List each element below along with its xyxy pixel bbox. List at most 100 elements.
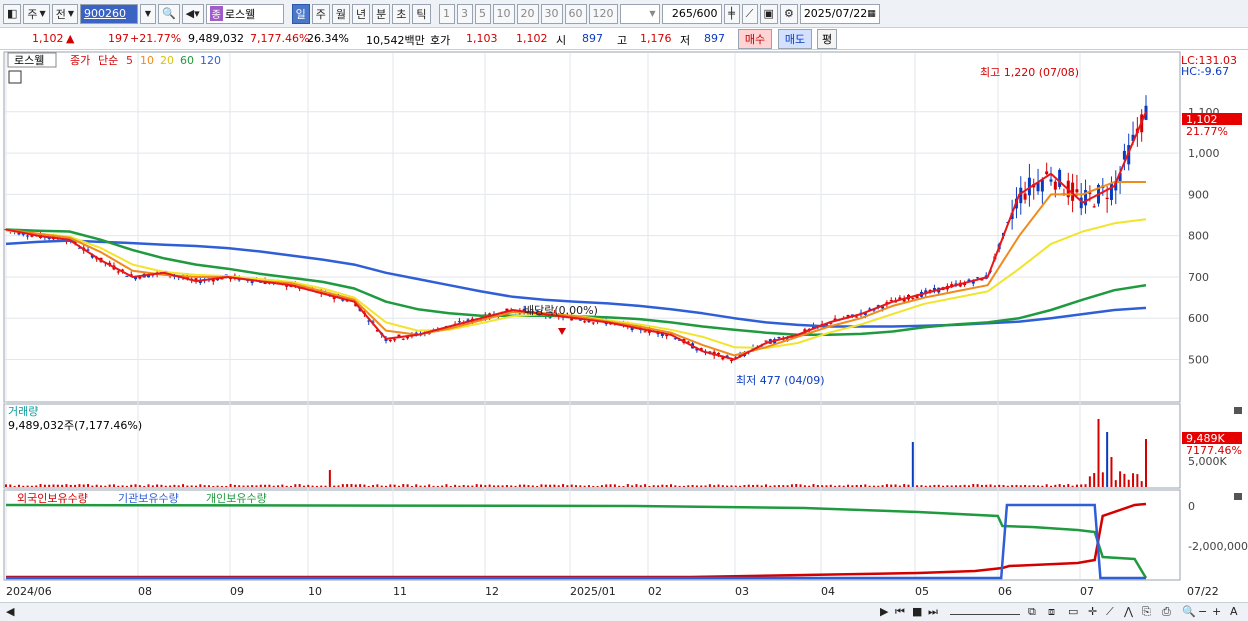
volume-bar — [35, 485, 38, 487]
volume-bar — [268, 484, 271, 487]
candle-body — [388, 339, 392, 342]
up-arrow-icon: ▲ — [66, 32, 75, 45]
candle-body — [1075, 189, 1079, 193]
ma20-label: 20 — [160, 54, 174, 67]
period-week-button[interactable]: 주 — [311, 3, 330, 24]
stock-chart[interactable]: 로스웰 종가 단순 5 10 20 60 120 LC:131.03 HC:-9… — [0, 50, 1248, 602]
volume-bar — [847, 484, 850, 487]
trend-icon[interactable]: ⟋ — [1106, 605, 1114, 619]
candle-type-icon[interactable]: ╪ — [723, 3, 740, 24]
zoom-out-search-icon[interactable]: 🔍 — [1182, 605, 1196, 618]
grid-toggle-icon[interactable] — [8, 70, 22, 84]
volume-bar — [566, 485, 569, 487]
save-icon[interactable]: ▣ — [759, 3, 778, 24]
volume-bar — [492, 485, 495, 487]
search-icon[interactable]: 🔍 — [157, 3, 180, 24]
volume-bar — [497, 485, 500, 487]
interval-3-button[interactable]: 3 — [456, 3, 473, 24]
scroll-left-icon[interactable]: ◀ — [6, 605, 14, 618]
speaker-icon[interactable]: ◀▾ — [181, 3, 204, 24]
stop-icon[interactable]: ■ — [912, 605, 922, 618]
interval-custom-select[interactable]: ▼ — [619, 3, 660, 24]
volume-bar — [1028, 485, 1031, 487]
print-icon[interactable]: ⎙ — [1162, 605, 1171, 619]
volume-bar — [406, 484, 409, 487]
volume-title: 거래량 — [8, 405, 38, 418]
volume-bar — [385, 485, 387, 487]
volume-bar — [834, 485, 837, 487]
volume-bar — [587, 485, 590, 487]
interval-30-button[interactable]: 30 — [540, 3, 563, 24]
avg-button[interactable]: 평 — [817, 29, 837, 49]
volume-bar — [251, 485, 254, 487]
prev-button[interactable]: 전 ▼ — [51, 3, 78, 24]
volume-bar — [432, 485, 435, 487]
interval-20-button[interactable]: 20 — [516, 3, 539, 24]
date-tick-label: 2025/01 — [570, 585, 616, 598]
volume-bar — [920, 485, 923, 487]
volume-bar — [747, 484, 750, 487]
volume-bar — [1019, 485, 1022, 487]
interval-60-button[interactable]: 60 — [564, 3, 587, 24]
stock-code-input[interactable]: 900260 — [79, 3, 138, 24]
volume-bar — [259, 484, 262, 487]
volume-bar — [1093, 473, 1096, 487]
volume-bar — [138, 485, 141, 487]
interval-120-button[interactable]: 120 — [588, 3, 618, 24]
period-minute-button[interactable]: 분 — [372, 3, 391, 24]
date-field[interactable]: 2025/07/22 ▦ — [799, 3, 880, 24]
holdings-panel-close-icon[interactable] — [1234, 493, 1242, 500]
zoom-in-icon[interactable]: + — [1212, 605, 1221, 618]
period-day-button[interactable]: 일 — [291, 3, 310, 24]
volume-tick-5000k: 5,000K — [1188, 455, 1227, 468]
interval-5-button[interactable]: 5 — [474, 3, 491, 24]
volume-bar — [851, 485, 854, 487]
volume-bar — [363, 484, 366, 487]
interval-1-button[interactable]: 1 — [438, 3, 455, 24]
buy-button[interactable]: 매수 — [738, 29, 772, 49]
count-field[interactable]: 265/600 — [661, 3, 722, 24]
copy-icon[interactable]: ⎘ — [1142, 605, 1151, 619]
volume-bar — [596, 485, 599, 487]
period-tick-button[interactable]: 틱 — [412, 3, 431, 24]
chart-scrollbar[interactable]: ◀ ▶ ⏮ ■ ⏭ ⧉ ⧈ ▭ ✛ ⟋ ⋀ ⎘ ⎙ 🔍 − + A — [0, 602, 1248, 621]
candle-body — [116, 271, 120, 273]
font-size-icon[interactable]: A — [1230, 605, 1238, 618]
crosshair-icon[interactable]: ✛ — [1088, 605, 1097, 618]
volume-bar — [82, 484, 85, 487]
window-icon[interactable]: ◧ — [3, 3, 22, 24]
volume-bar — [553, 484, 556, 487]
volume-bar — [121, 485, 124, 487]
candle-body — [1105, 197, 1109, 199]
gear-icon[interactable]: ⚙ — [779, 3, 798, 24]
indiv-holdings-label: 개인보유수량 — [206, 492, 267, 505]
volume-bar — [795, 484, 798, 487]
scroll-right-icon[interactable]: ▶ — [880, 605, 888, 618]
volume-bar — [462, 485, 465, 487]
period-select[interactable]: 주 ▼ — [23, 3, 50, 24]
volume-bar — [536, 485, 539, 487]
code-dropdown-button[interactable]: ▼ — [139, 3, 156, 24]
period-year-button[interactable]: 년 — [352, 3, 371, 24]
period-second-button[interactable]: 초 — [392, 3, 411, 24]
volume-bar — [1006, 485, 1009, 487]
window-icon[interactable]: ▭ — [1068, 605, 1078, 618]
volume-panel-close-icon[interactable] — [1234, 407, 1242, 414]
layout-icon[interactable]: ⧉ — [1028, 605, 1036, 619]
volume-bar — [583, 485, 586, 487]
volume-bar — [195, 485, 197, 487]
zoom-slider[interactable] — [950, 605, 1020, 615]
jump-start-icon[interactable]: ⏮ — [895, 605, 905, 619]
stock-name-field[interactable]: 종 로스웰 — [205, 3, 284, 24]
zoom-out-icon[interactable]: − — [1198, 605, 1207, 618]
volume-bar — [929, 485, 932, 487]
volume-bar — [505, 485, 508, 487]
period-month-button[interactable]: 월 — [331, 3, 351, 24]
interval-10-button[interactable]: 10 — [492, 3, 515, 24]
fib-icon[interactable]: ⋀ — [1124, 605, 1133, 618]
jump-end-icon[interactable]: ⏭ — [928, 605, 938, 619]
split-icon[interactable]: ⧈ — [1048, 605, 1055, 619]
sell-button[interactable]: 매도 — [778, 29, 812, 49]
volume-bar — [246, 485, 249, 487]
drawing-tool-icon[interactable]: ⟋ — [741, 3, 758, 24]
